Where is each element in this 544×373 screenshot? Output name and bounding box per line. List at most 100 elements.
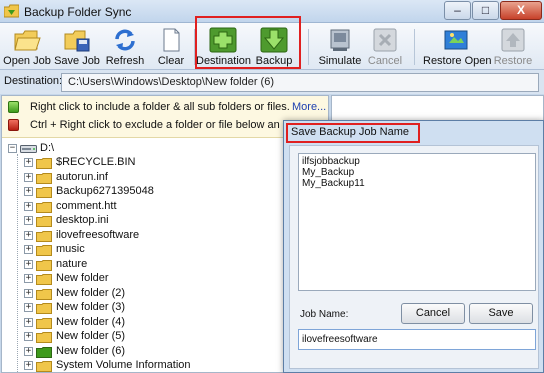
expand-icon[interactable]: + <box>24 346 33 356</box>
expand-icon[interactable]: + <box>24 158 33 167</box>
tree-item-label: New folder (3) <box>56 301 126 313</box>
tree-item-label: New folder (6) <box>56 344 126 357</box>
tree-item[interactable]: + Backup6271395048 <box>24 185 304 199</box>
folder-icon <box>36 288 52 300</box>
save-job-button[interactable]: Save Job <box>52 25 102 68</box>
include-indicator-icon <box>8 101 19 113</box>
expand-icon[interactable]: + <box>24 332 33 341</box>
exclude-indicator-icon <box>8 119 19 131</box>
dialog-title: Save Backup Job Name <box>291 126 410 138</box>
restore-button[interactable]: Restore <box>491 25 535 68</box>
window-title: Backup Folder Sync <box>24 5 132 19</box>
job-list-item[interactable]: ilfsjobbackup <box>302 156 532 167</box>
tree-item[interactable]: + New folder <box>24 272 304 286</box>
expand-icon[interactable]: + <box>24 361 33 370</box>
close-button[interactable]: X <box>500 1 542 20</box>
collapse-icon[interactable]: − <box>8 144 17 153</box>
job-list-item[interactable]: My_Backup <box>302 167 532 178</box>
folder-icon <box>36 259 52 271</box>
simulate-button[interactable]: Simulate <box>317 25 363 68</box>
tree-item-label: New folder <box>56 272 109 284</box>
cancel-toolbar-label: Cancel <box>367 55 403 67</box>
minimize-button[interactable]: – <box>444 1 471 20</box>
folder-icon <box>36 317 52 329</box>
restore-open-icon <box>444 30 468 50</box>
exclude-hint: Ctrl + Right click to exclude a folder o… <box>8 117 328 133</box>
tree-item-label: New folder (5) <box>56 330 126 342</box>
tree-item[interactable]: + New folder (5) <box>24 330 304 344</box>
tree-item[interactable]: + ilovefreesoftware <box>24 229 304 243</box>
folder-icon <box>36 332 52 343</box>
tree-item-label: comment.htt <box>56 199 117 212</box>
open-job-label: Open Job <box>3 55 51 67</box>
tree-item[interactable]: + New folder (4) <box>24 316 304 330</box>
dialog-cancel-button[interactable]: Cancel <box>401 303 465 324</box>
include-hint-text: Right click to include a folder & all su… <box>30 101 290 113</box>
tree-item[interactable]: + autorun.inf <box>24 171 304 185</box>
expand-icon[interactable]: + <box>24 230 33 240</box>
info-box: Right click to include a folder & all su… <box>2 96 328 138</box>
folder-icon <box>36 274 52 285</box>
more-link[interactable]: More... <box>292 101 326 113</box>
open-folder-icon <box>14 30 41 51</box>
expand-icon[interactable]: + <box>24 303 33 312</box>
maximize-button[interactable]: □ <box>472 1 499 20</box>
tree-item[interactable]: + New folder (6) <box>24 345 304 359</box>
restore-open-label: Restore Open <box>423 55 492 67</box>
expand-icon[interactable]: + <box>24 274 33 283</box>
restore-open-button[interactable]: Restore Open <box>423 25 492 68</box>
job-list[interactable]: ilfsjobbackup My_Backup My_Backup11 <box>298 153 536 291</box>
simulate-label: Simulate <box>318 55 362 67</box>
clear-button[interactable]: Clear <box>150 25 192 68</box>
restore-icon <box>501 28 525 52</box>
expand-icon[interactable]: + <box>24 245 33 254</box>
tree-item-label: New folder (4) <box>56 315 126 328</box>
destination-field-label: Destination: <box>4 75 63 87</box>
tree-root-label: D:\ <box>40 142 55 154</box>
tree-item[interactable]: + New folder (3) <box>24 301 304 315</box>
dialog-body: ilfsjobbackup My_Backup My_Backup11 Job … <box>289 145 539 369</box>
job-list-item[interactable]: My_Backup11 <box>302 178 532 189</box>
folder-icon <box>36 187 52 198</box>
job-name-input[interactable]: ilovefreesoftware <box>298 329 536 350</box>
tree-item[interactable]: + New folder (2) <box>24 287 304 301</box>
dialog-save-button[interactable]: Save <box>469 303 533 324</box>
include-hint: Right click to include a folder & all su… <box>8 99 290 115</box>
destination-path-field[interactable]: C:\Users\Windows\Desktop\New folder (6) <box>61 73 539 92</box>
tree-root[interactable]: − D:\ <box>8 142 308 156</box>
tree-item-label: New folder (2) <box>56 286 126 299</box>
folder-icon <box>36 245 52 256</box>
open-job-button[interactable]: Open Job <box>2 25 52 68</box>
save-folder-icon <box>64 30 90 52</box>
refresh-arrows-icon <box>115 29 135 51</box>
folder-icon <box>36 230 52 242</box>
tree-item-label: Backup6271395048 <box>56 185 154 197</box>
folder-icon <box>36 172 52 184</box>
tree-item[interactable]: + $RECYCLE.BIN <box>24 156 304 170</box>
expand-icon[interactable]: + <box>24 216 33 225</box>
expand-icon[interactable]: + <box>24 187 33 196</box>
tree-item[interactable]: + nature <box>24 258 304 272</box>
refresh-button[interactable]: Refresh <box>102 25 148 68</box>
expand-icon[interactable]: + <box>24 317 33 327</box>
folder-icon <box>36 303 52 314</box>
save-job-dialog: Save Backup Job Name ilfsjobbackup My_Ba… <box>283 120 544 373</box>
tree-item[interactable]: + comment.htt <box>24 200 304 214</box>
tree-item[interactable]: + desktop.ini <box>24 214 304 228</box>
simulate-icon <box>330 29 350 51</box>
tree-item[interactable]: + System Volume Information <box>24 359 304 372</box>
folder-icon <box>36 201 52 213</box>
expand-icon[interactable]: + <box>24 172 33 182</box>
expand-icon[interactable]: + <box>24 201 33 211</box>
restore-label: Restore <box>493 55 533 67</box>
tree-item-label: desktop.ini <box>56 214 109 226</box>
folder-icon <box>36 158 52 169</box>
job-name-label: Job Name: <box>300 309 349 320</box>
tree-item[interactable]: + music <box>24 243 304 257</box>
expand-icon[interactable]: + <box>24 259 33 269</box>
toolbar-separator <box>414 29 415 65</box>
cancel-toolbar-button[interactable]: Cancel <box>365 25 405 68</box>
clear-label: Clear <box>157 55 185 67</box>
destination-backup-highlight <box>195 16 301 69</box>
expand-icon[interactable]: + <box>24 288 33 298</box>
